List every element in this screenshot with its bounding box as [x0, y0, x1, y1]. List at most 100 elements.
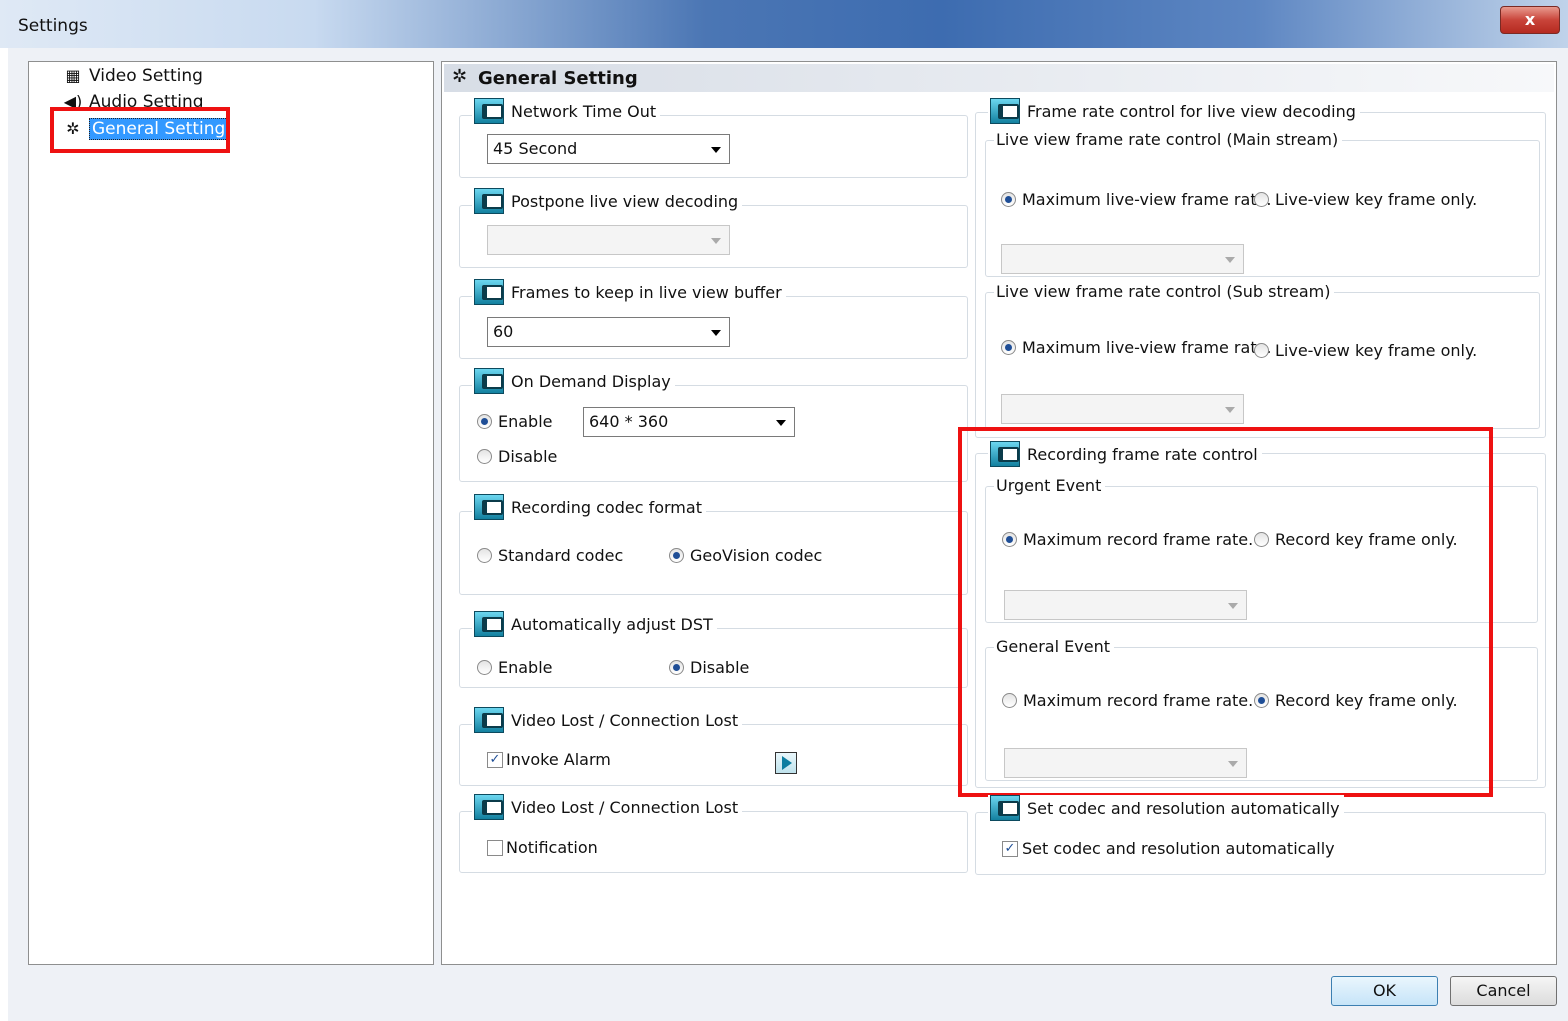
general-event-select[interactable]	[1004, 748, 1247, 778]
group-title: Live view frame rate control (Sub stream…	[994, 282, 1335, 301]
group-title-label: On Demand Display	[511, 371, 671, 391]
radio-button[interactable]	[1254, 693, 1269, 708]
main-keyframe-radio[interactable]: Live-view key frame only.	[1254, 190, 1477, 209]
checkbox[interactable]: ✓	[487, 751, 503, 768]
radio-button[interactable]	[1001, 340, 1016, 355]
hand-icon	[474, 611, 504, 637]
on-demand-enable-radio[interactable]: Enable	[477, 412, 553, 431]
group-title: Frame rate control for live view decodin…	[988, 98, 1360, 124]
group-title-label: Automatically adjust DST	[511, 614, 713, 634]
on-demand-disable-radio[interactable]: Disable	[477, 447, 557, 466]
gear-icon: ✲	[452, 66, 468, 87]
urgent-keyframe-radio[interactable]: Record key frame only.	[1254, 530, 1458, 549]
cancel-button[interactable]: Cancel	[1450, 976, 1557, 1006]
radio-label: GeoVision codec	[690, 546, 823, 565]
close-button[interactable]: x	[1500, 6, 1560, 34]
urgent-event-select[interactable]	[1004, 590, 1247, 620]
hand-icon	[474, 188, 504, 214]
postpone-select[interactable]	[487, 225, 730, 255]
group-title-label: Recording codec format	[511, 497, 702, 517]
group-title: Automatically adjust DST	[472, 611, 717, 637]
radio-button[interactable]	[669, 660, 684, 675]
hand-icon	[474, 707, 504, 733]
group-title: Recording codec format	[472, 494, 706, 520]
standard-codec-radio[interactable]: Standard codec	[477, 546, 623, 565]
play-icon[interactable]	[775, 752, 797, 774]
tree-item-video-setting[interactable]: ▦ Video Setting	[63, 64, 203, 88]
ok-button[interactable]: OK	[1331, 976, 1438, 1006]
group-title-label: Set codec and resolution automatically	[1027, 798, 1340, 818]
frames-buffer-select[interactable]: 60	[487, 317, 730, 347]
on-demand-resolution-select[interactable]: 640 * 360	[583, 407, 795, 437]
hand-icon	[474, 98, 504, 124]
network-timeout-select[interactable]: 45 Second	[487, 134, 730, 164]
panel-title: General Setting	[478, 68, 638, 89]
general-max-framerate-radio[interactable]: Maximum record frame rate.	[1002, 691, 1253, 710]
main-stream-select[interactable]	[1001, 244, 1244, 274]
radio-button[interactable]	[1002, 532, 1017, 547]
radio-button[interactable]	[1254, 192, 1269, 207]
gear-icon: ✲	[66, 119, 80, 138]
select-value: 60	[493, 322, 514, 341]
checkbox[interactable]: ✓	[1002, 840, 1018, 857]
radio-button[interactable]	[669, 548, 684, 563]
hand-icon	[474, 494, 504, 520]
group-title: Live view frame rate control (Main strea…	[994, 130, 1343, 149]
general-keyframe-radio[interactable]: Record key frame only.	[1254, 691, 1458, 710]
radio-button[interactable]	[477, 660, 492, 675]
hand-icon	[474, 794, 504, 820]
checkbox-label: Notification	[506, 838, 598, 857]
group-title: Video Lost / Connection Lost	[472, 794, 743, 820]
group-title-label: Video Lost / Connection Lost	[511, 797, 739, 817]
checkbox[interactable]	[487, 839, 503, 856]
radio-label: Maximum record frame rate.	[1023, 691, 1254, 710]
radio-button[interactable]	[1001, 192, 1016, 207]
radio-label: Maximum live-view frame rate.	[1022, 190, 1272, 209]
radio-button[interactable]	[477, 414, 492, 429]
urgent-max-framerate-radio[interactable]: Maximum record frame rate.	[1002, 530, 1253, 549]
sub-keyframe-radio[interactable]: Live-view key frame only.	[1254, 341, 1477, 360]
group-title-label: Network Time Out	[511, 101, 657, 121]
tree-item-general-setting[interactable]: ✲ General Setting	[63, 117, 229, 141]
sub-stream-select[interactable]	[1001, 394, 1244, 424]
chevron-down-icon	[1225, 257, 1235, 263]
group-title-label: Video Lost / Connection Lost	[511, 710, 739, 730]
speaker-icon: ◀)	[63, 92, 83, 111]
tree-item-audio-setting[interactable]: ◀) Audio Setting	[63, 90, 204, 114]
auto-codec-checkbox[interactable]: ✓ Set codec and resolution automatically	[1002, 839, 1335, 858]
group-title-label: Recording frame rate control	[1027, 444, 1258, 464]
notification-checkbox[interactable]: Notification	[487, 838, 598, 857]
hand-icon	[990, 98, 1020, 124]
radio-button[interactable]	[1254, 532, 1269, 547]
chevron-down-icon	[1225, 407, 1235, 413]
checkbox-label: Set codec and resolution automatically	[1022, 839, 1335, 858]
dst-disable-radio[interactable]: Disable	[669, 658, 749, 677]
dst-enable-radio[interactable]: Enable	[477, 658, 553, 677]
settings-window: Settings x ▦ Video Setting ◀) Audio Sett…	[0, 0, 1568, 1021]
group-title: On Demand Display	[472, 368, 675, 394]
radio-label: Disable	[690, 658, 750, 677]
window-title: Settings	[18, 16, 88, 36]
radio-label: Live-view key frame only.	[1275, 341, 1478, 360]
geovision-codec-radio[interactable]: GeoVision codec	[669, 546, 822, 565]
radio-button[interactable]	[477, 449, 492, 464]
radio-button[interactable]	[477, 548, 492, 563]
group-title: Urgent Event	[994, 476, 1106, 495]
chevron-down-icon	[711, 238, 721, 244]
sub-max-framerate-radio[interactable]: Maximum live-view frame rate.	[1001, 338, 1272, 357]
radio-label: Maximum record frame rate.	[1023, 530, 1254, 549]
main-max-framerate-radio[interactable]: Maximum live-view frame rate.	[1001, 190, 1272, 209]
radio-button[interactable]	[1002, 693, 1017, 708]
title-bar: Settings x	[0, 0, 1568, 48]
chevron-down-icon	[776, 420, 786, 426]
tree-item-label: Video Setting	[89, 66, 203, 86]
radio-label: Enable	[498, 658, 553, 677]
radio-label: Enable	[498, 412, 553, 431]
radio-button[interactable]	[1254, 343, 1269, 358]
chevron-down-icon	[711, 147, 721, 153]
hand-icon	[990, 441, 1020, 467]
invoke-alarm-checkbox[interactable]: ✓ Invoke Alarm	[487, 750, 611, 769]
group-title: Video Lost / Connection Lost	[472, 707, 743, 733]
select-value: 45 Second	[493, 139, 578, 158]
tree-item-label: General Setting	[89, 118, 229, 140]
